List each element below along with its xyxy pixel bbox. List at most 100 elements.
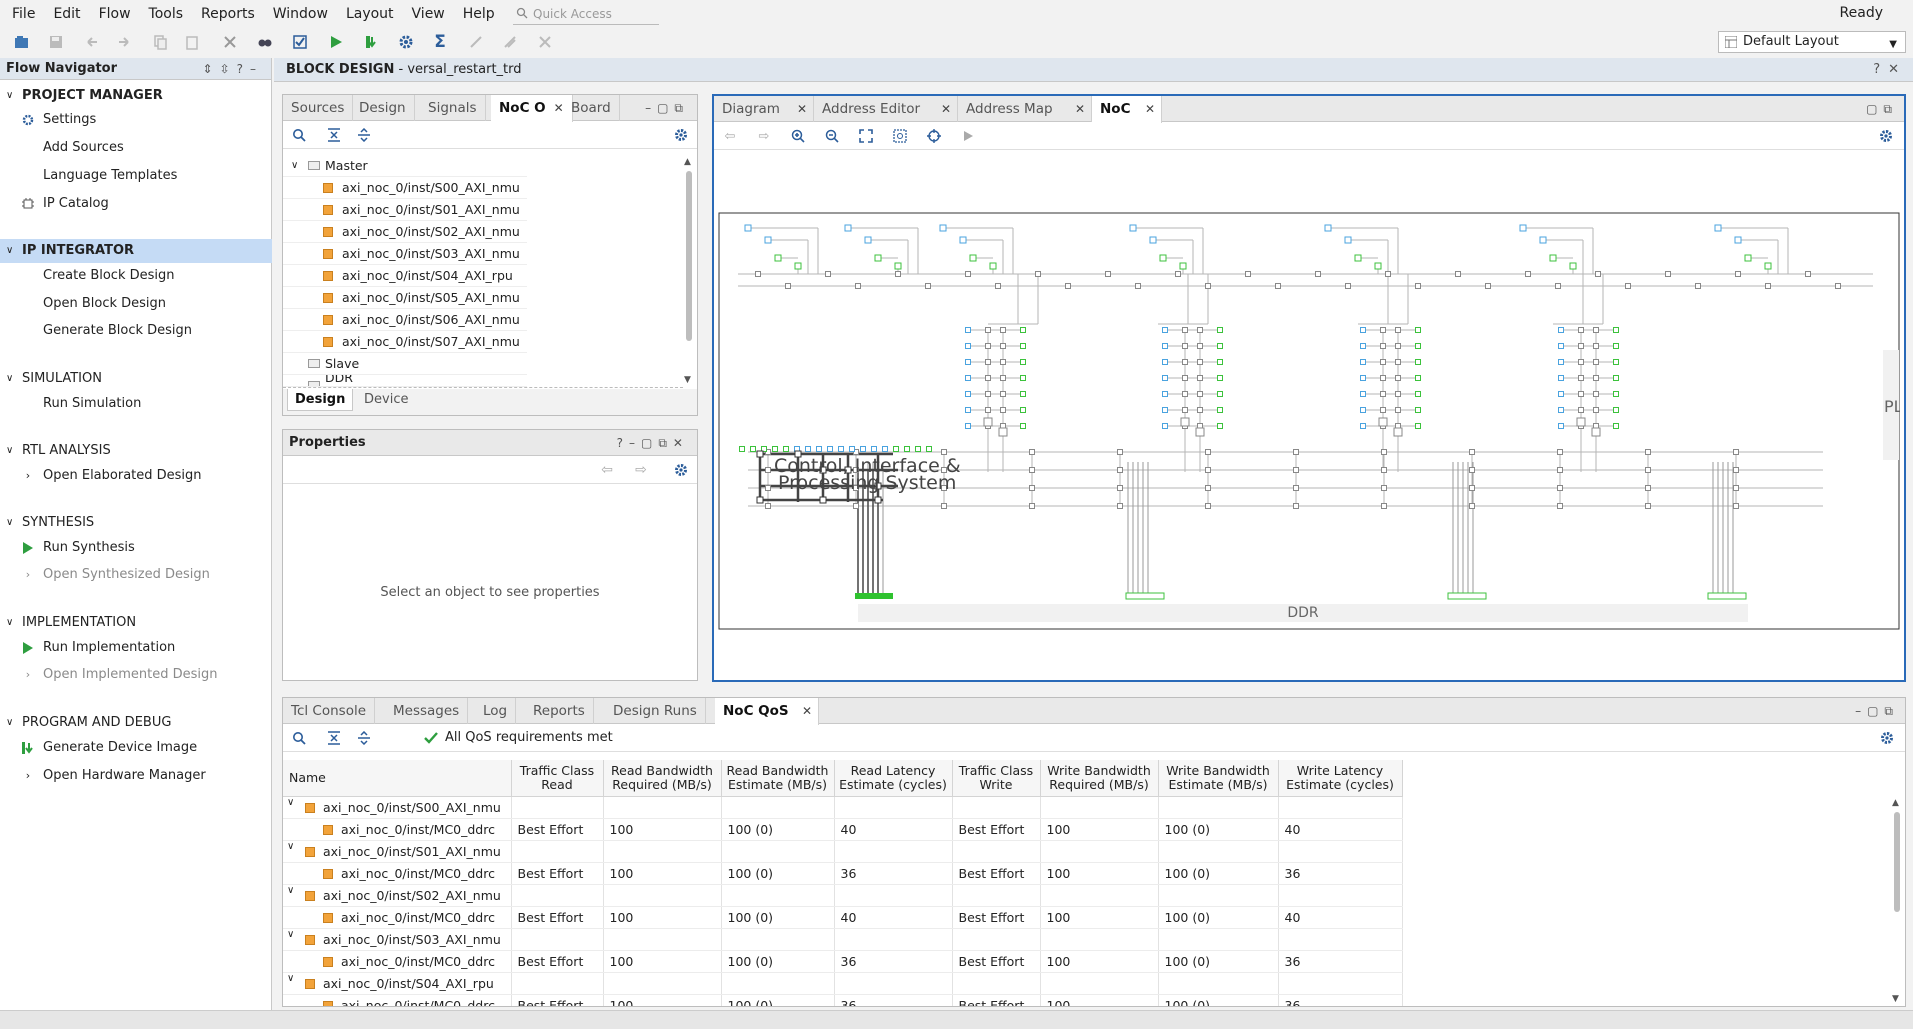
noc-node[interactable] bbox=[1578, 359, 1584, 365]
table-row-master[interactable]: ∨ axi_noc_0/inst/S00_AXI_nmu bbox=[283, 796, 1403, 819]
noc-node[interactable] bbox=[794, 262, 802, 270]
noc-node[interactable] bbox=[1117, 467, 1123, 473]
noc-node[interactable] bbox=[1395, 375, 1401, 381]
noc-node[interactable] bbox=[965, 375, 971, 381]
noc-node[interactable] bbox=[1182, 375, 1188, 381]
noc-node[interactable] bbox=[1360, 391, 1366, 397]
noc-node[interactable] bbox=[941, 449, 947, 455]
noc-node[interactable] bbox=[1162, 343, 1168, 349]
menu-help[interactable]: Help bbox=[454, 0, 504, 28]
section-ip-integrator[interactable]: ∨ IP INTEGRATOR bbox=[0, 239, 272, 263]
noc-node[interactable] bbox=[1182, 407, 1188, 413]
tab-messages[interactable]: Messages bbox=[385, 698, 469, 724]
tab-address-map[interactable]: Address Map ✕ bbox=[958, 96, 1092, 122]
noc-node[interactable] bbox=[1197, 327, 1203, 333]
noc-node[interactable] bbox=[1217, 375, 1223, 381]
noc-node[interactable] bbox=[1558, 391, 1564, 397]
noc-node[interactable] bbox=[1415, 359, 1421, 365]
tree-item[interactable]: axi_noc_0/inst/S04_AXI_rpu bbox=[283, 265, 527, 287]
noc-node[interactable] bbox=[1733, 449, 1739, 455]
noc-node[interactable] bbox=[1665, 271, 1671, 277]
noc-node[interactable] bbox=[1360, 407, 1366, 413]
redo-icon[interactable] bbox=[114, 32, 134, 52]
column-header[interactable]: Write Latency Estimate (cycles) bbox=[1278, 760, 1403, 797]
tree-scrollbar[interactable]: ▲ ▼ bbox=[684, 157, 694, 385]
noc-node[interactable] bbox=[1415, 375, 1421, 381]
noc-node[interactable] bbox=[1105, 271, 1111, 277]
noc-node[interactable] bbox=[871, 446, 877, 452]
scroll-down-icon[interactable]: ▼ bbox=[684, 375, 691, 385]
noc-node[interactable] bbox=[1744, 254, 1752, 262]
noc-node[interactable] bbox=[1205, 467, 1211, 473]
chevron-down-icon[interactable]: ∨ bbox=[287, 929, 294, 940]
noc-node[interactable] bbox=[1217, 391, 1223, 397]
check-icon[interactable] bbox=[290, 32, 310, 52]
collapse-all-icon[interactable] bbox=[326, 127, 342, 143]
nav-run-simulation[interactable]: Run Simulation bbox=[0, 392, 272, 416]
gear-icon[interactable] bbox=[673, 462, 689, 478]
flow-navigator-controls[interactable]: ⇕⇳?– bbox=[203, 58, 263, 80]
noc-node[interactable] bbox=[774, 254, 782, 262]
noc-node[interactable] bbox=[765, 485, 771, 491]
noc-node[interactable] bbox=[1293, 467, 1299, 473]
noc-node[interactable] bbox=[1519, 224, 1527, 232]
noc-node[interactable] bbox=[1000, 359, 1006, 365]
noc-node[interactable] bbox=[785, 283, 791, 289]
chevron-down-icon[interactable]: ∨ bbox=[287, 973, 294, 984]
noc-node[interactable] bbox=[1217, 327, 1223, 333]
column-header[interactable]: Write Bandwidth Estimate (MB/s) bbox=[1158, 760, 1279, 797]
noc-node[interactable] bbox=[1835, 283, 1841, 289]
noc-node[interactable] bbox=[1029, 503, 1035, 509]
noc-node[interactable] bbox=[1645, 503, 1651, 509]
noc-node[interactable] bbox=[1469, 485, 1475, 491]
noc-node[interactable] bbox=[756, 450, 764, 458]
table-row[interactable]: axi_noc_0/inst/MC0_ddrc Best Effort 100 100… bbox=[283, 994, 1403, 1006]
tab-tcl-console[interactable]: Tcl Console bbox=[283, 698, 376, 724]
bottom-window-controls[interactable]: –▢⧉ bbox=[1855, 698, 1899, 724]
noc-node[interactable] bbox=[1197, 407, 1203, 413]
noc-node[interactable] bbox=[1029, 467, 1035, 473]
nav-ip-catalog[interactable]: IP Catalog bbox=[0, 192, 272, 216]
noc-node[interactable] bbox=[805, 446, 811, 452]
noc-node[interactable] bbox=[1415, 283, 1421, 289]
noc-node[interactable] bbox=[1020, 359, 1026, 365]
chevron-down-icon[interactable]: ∨ bbox=[287, 885, 294, 896]
noc-node[interactable] bbox=[825, 271, 831, 277]
noc-node[interactable] bbox=[925, 283, 931, 289]
play-icon[interactable] bbox=[960, 128, 976, 144]
noc-node[interactable] bbox=[1613, 375, 1619, 381]
menu-view[interactable]: View bbox=[403, 0, 454, 28]
noc-node[interactable] bbox=[755, 271, 761, 277]
delete-icon[interactable] bbox=[220, 32, 240, 52]
nav-create-block-design[interactable]: Create Block Design bbox=[0, 264, 272, 288]
noc-node[interactable] bbox=[1380, 359, 1386, 365]
scroll-down-icon[interactable]: ▼ bbox=[1892, 994, 1899, 1004]
noc-node[interactable] bbox=[1293, 485, 1299, 491]
noc-node[interactable] bbox=[1000, 343, 1006, 349]
noc-node[interactable] bbox=[783, 446, 789, 452]
noc-node[interactable] bbox=[1558, 423, 1564, 429]
tab-signals[interactable]: Signals bbox=[420, 95, 486, 121]
noc-node[interactable] bbox=[1578, 327, 1584, 333]
noc-node[interactable] bbox=[1415, 327, 1421, 333]
tree-item[interactable]: axi_noc_0/inst/S06_AXI_nmu bbox=[283, 309, 527, 331]
scroll-up-icon[interactable]: ▲ bbox=[1892, 798, 1899, 808]
noc-node[interactable] bbox=[1360, 343, 1366, 349]
noc-node[interactable] bbox=[1149, 236, 1157, 244]
zoom-area-icon[interactable] bbox=[892, 128, 908, 144]
noc-node[interactable] bbox=[1558, 343, 1564, 349]
noc-node[interactable] bbox=[1578, 343, 1584, 349]
back-arrow-icon[interactable]: ⇦ bbox=[599, 462, 615, 478]
noc-node[interactable] bbox=[1035, 271, 1041, 277]
noc-node[interactable] bbox=[1593, 343, 1599, 349]
noc-node[interactable] bbox=[965, 423, 971, 429]
noc-node[interactable] bbox=[1020, 391, 1026, 397]
tab-noc-qos[interactable]: NoC QoS ✕ bbox=[715, 698, 819, 725]
noc-node[interactable] bbox=[998, 427, 1008, 437]
noc-node[interactable] bbox=[1469, 467, 1475, 473]
noc-node[interactable] bbox=[1613, 391, 1619, 397]
noc-node[interactable] bbox=[904, 446, 910, 452]
noc-node[interactable] bbox=[1578, 391, 1584, 397]
tab-reports[interactable]: Reports bbox=[525, 698, 594, 724]
noc-node[interactable] bbox=[985, 359, 991, 365]
